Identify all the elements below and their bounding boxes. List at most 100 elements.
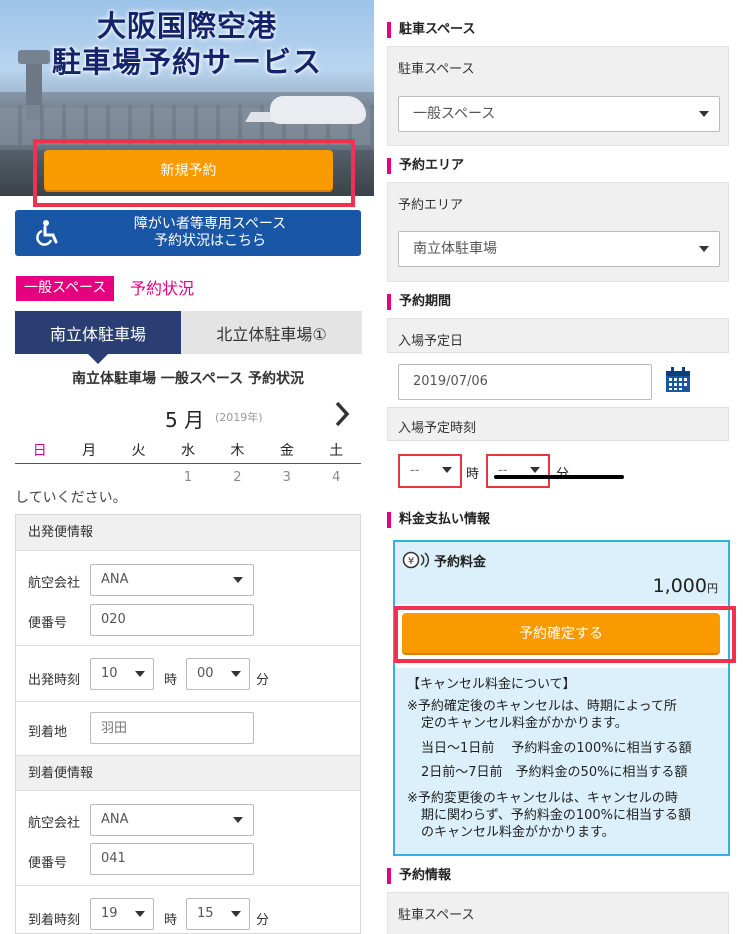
flight-info-form: 出発便情報 航空会社 ANA 便番号 020 出発時刻 10 時 00 分 到着…: [15, 514, 361, 934]
arrival-flight-input[interactable]: 041: [90, 843, 254, 875]
cancel-note2-line3: のキャンセル料金がかかります。: [421, 825, 615, 840]
weekday-tue: 火: [131, 443, 146, 459]
calendar-day: [15, 470, 64, 485]
departure-flight-label: 便番号: [28, 616, 68, 631]
fee-label: 予約料金: [434, 555, 487, 570]
minute-unit: 分: [556, 463, 569, 482]
cancellation-info: 【キャンセル料金について】 ※予約確定後のキャンセルは、時期によって所 定のキャ…: [395, 668, 728, 854]
cancel-row-1: 当日〜1日前 予約料金の100%に相当する額: [421, 741, 692, 756]
fee-amount-value: 1,000: [652, 575, 707, 597]
reservation-status-label: 予約状況: [130, 279, 195, 298]
weekday-sun: 日: [32, 443, 47, 459]
reservation-info-label: 駐車スペース: [398, 908, 475, 923]
hour-unit: 時: [466, 467, 480, 482]
minute-unit: 分: [256, 913, 270, 928]
entry-hour-select[interactable]: --: [398, 454, 462, 488]
cancel-note1-line2: 定のキャンセル料金がかかります。: [421, 716, 628, 731]
active-tab-pointer: [86, 352, 110, 364]
period-heading: 予約期間: [387, 294, 451, 310]
new-reservation-button[interactable]: 新規予約: [44, 150, 333, 190]
entry-date-input[interactable]: 2019/07/06: [398, 364, 652, 400]
weekday-wed: 水: [180, 443, 195, 459]
fee-currency: 円: [707, 582, 718, 595]
calendar-day[interactable]: 3: [262, 470, 311, 485]
arrival-time-label: 到着時刻: [28, 913, 81, 928]
chevron-down-icon: [135, 671, 145, 677]
accessible-space-button[interactable]: 障がい者等専用スペース 予約状況はこちら: [15, 210, 361, 256]
arrival-hour-value: 19: [101, 906, 118, 921]
departure-hour-select[interactable]: 10: [90, 658, 154, 690]
arrival-minute-value: 15: [197, 906, 214, 921]
departure-airline-label: 航空会社: [28, 576, 81, 591]
calendar-week-row: 1 2 3 4: [15, 470, 361, 485]
entry-time-label: 入場予定時刻: [398, 421, 477, 436]
chevron-down-icon: [233, 817, 243, 823]
chevron-down-icon: [699, 111, 709, 117]
accessible-line1: 障がい者等専用スペース: [133, 216, 287, 232]
area-label: 予約エリア: [398, 198, 464, 213]
tab-south-parking[interactable]: 南立体駐車場: [15, 311, 181, 354]
chevron-down-icon: [699, 246, 709, 252]
tab-north-parking[interactable]: 北立体駐車場①: [181, 311, 362, 354]
fee-heading: 料金支払い情報: [387, 512, 490, 528]
arrival-airline-value: ANA: [101, 812, 129, 827]
departure-section-header: 出発便情報: [16, 515, 360, 551]
cancel-note1-line1: ※予約確定後のキャンセルは、時期によって所: [407, 699, 677, 714]
area-heading: 予約エリア: [387, 158, 464, 174]
departure-airline-select[interactable]: ANA: [90, 564, 254, 596]
departure-time-label: 出発時刻: [28, 673, 81, 688]
confirm-reservation-button[interactable]: 予約確定する: [402, 613, 720, 653]
area-select[interactable]: 南立体駐車場: [398, 231, 720, 267]
airplane-image: [270, 96, 366, 124]
hero-title-line1: 大阪国際空港: [96, 9, 277, 43]
hero-title: 大阪国際空港 駐車場予約サービス: [0, 8, 374, 80]
accessible-space-text: 障がい者等専用スペース 予約状況はこちら: [75, 216, 345, 250]
calendar-weekday-header: 日 月 火 水 木 金 土: [15, 440, 361, 464]
departure-flight-input[interactable]: 020: [90, 604, 254, 636]
truncated-notice: していください。: [15, 490, 361, 508]
parking-space-heading: 駐車スペース: [387, 22, 475, 38]
departure-minute-select[interactable]: 00: [186, 658, 250, 690]
calendar-day: [64, 470, 113, 485]
calendar-icon[interactable]: [664, 366, 692, 394]
page: 大阪国際空港 駐車場予約サービス 新規予約 障がい者等専用スペース 予約状況はこ…: [0, 0, 743, 934]
divider: [16, 701, 360, 702]
calendar-year: (2019年): [215, 411, 263, 424]
chevron-down-icon: [135, 911, 145, 917]
minute-unit: 分: [256, 673, 270, 688]
arrival-hour-select[interactable]: 19: [90, 898, 154, 930]
hero-title-line2: 駐車場予約サービス: [51, 45, 322, 79]
area-value: 南立体駐車場: [413, 241, 497, 257]
svg-text:¥: ¥: [408, 556, 414, 567]
departure-hour-value: 10: [101, 666, 118, 681]
chevron-down-icon: [442, 467, 452, 473]
parking-space-value: 一般スペース: [413, 106, 496, 122]
chevron-right-icon[interactable]: [332, 400, 352, 428]
parking-space-select[interactable]: 一般スペース: [398, 96, 720, 132]
cancel-row-2: 2日前〜7日前 予約料金の50%に相当する額: [421, 765, 688, 780]
hour-unit: 時: [164, 913, 178, 928]
accessible-line2: 予約状況はこちら: [154, 233, 266, 249]
arrival-airline-label: 航空会社: [28, 816, 81, 831]
calendar-day[interactable]: 2: [213, 470, 262, 485]
calendar-month: 5 月: [165, 408, 205, 432]
wheelchair-icon: [36, 220, 58, 246]
calendar-day[interactable]: 1: [163, 470, 212, 485]
weekday-sat: 土: [329, 443, 344, 459]
redaction-line: [494, 475, 624, 479]
reservation-info-heading: 予約情報: [387, 868, 451, 884]
arrival-airline-select[interactable]: ANA: [90, 804, 254, 836]
destination-input[interactable]: [90, 712, 254, 744]
arrival-minute-select[interactable]: 15: [186, 898, 250, 930]
weekday-thu: 木: [230, 443, 245, 459]
calendar-day: [114, 470, 163, 485]
parking-space-label: 駐車スペース: [398, 62, 475, 77]
calendar-day[interactable]: 4: [312, 470, 361, 485]
truncated-notice-text: していください。: [15, 490, 127, 506]
cancel-title: 【キャンセル料金について】: [407, 677, 576, 692]
cancel-note2-line1: ※予約変更後のキャンセルは、キャンセルの時: [407, 791, 678, 806]
entry-minute-select[interactable]: --: [486, 454, 550, 488]
chevron-down-icon: [231, 671, 241, 677]
divider: [16, 885, 360, 886]
yen-icon: ¥: [402, 551, 430, 569]
